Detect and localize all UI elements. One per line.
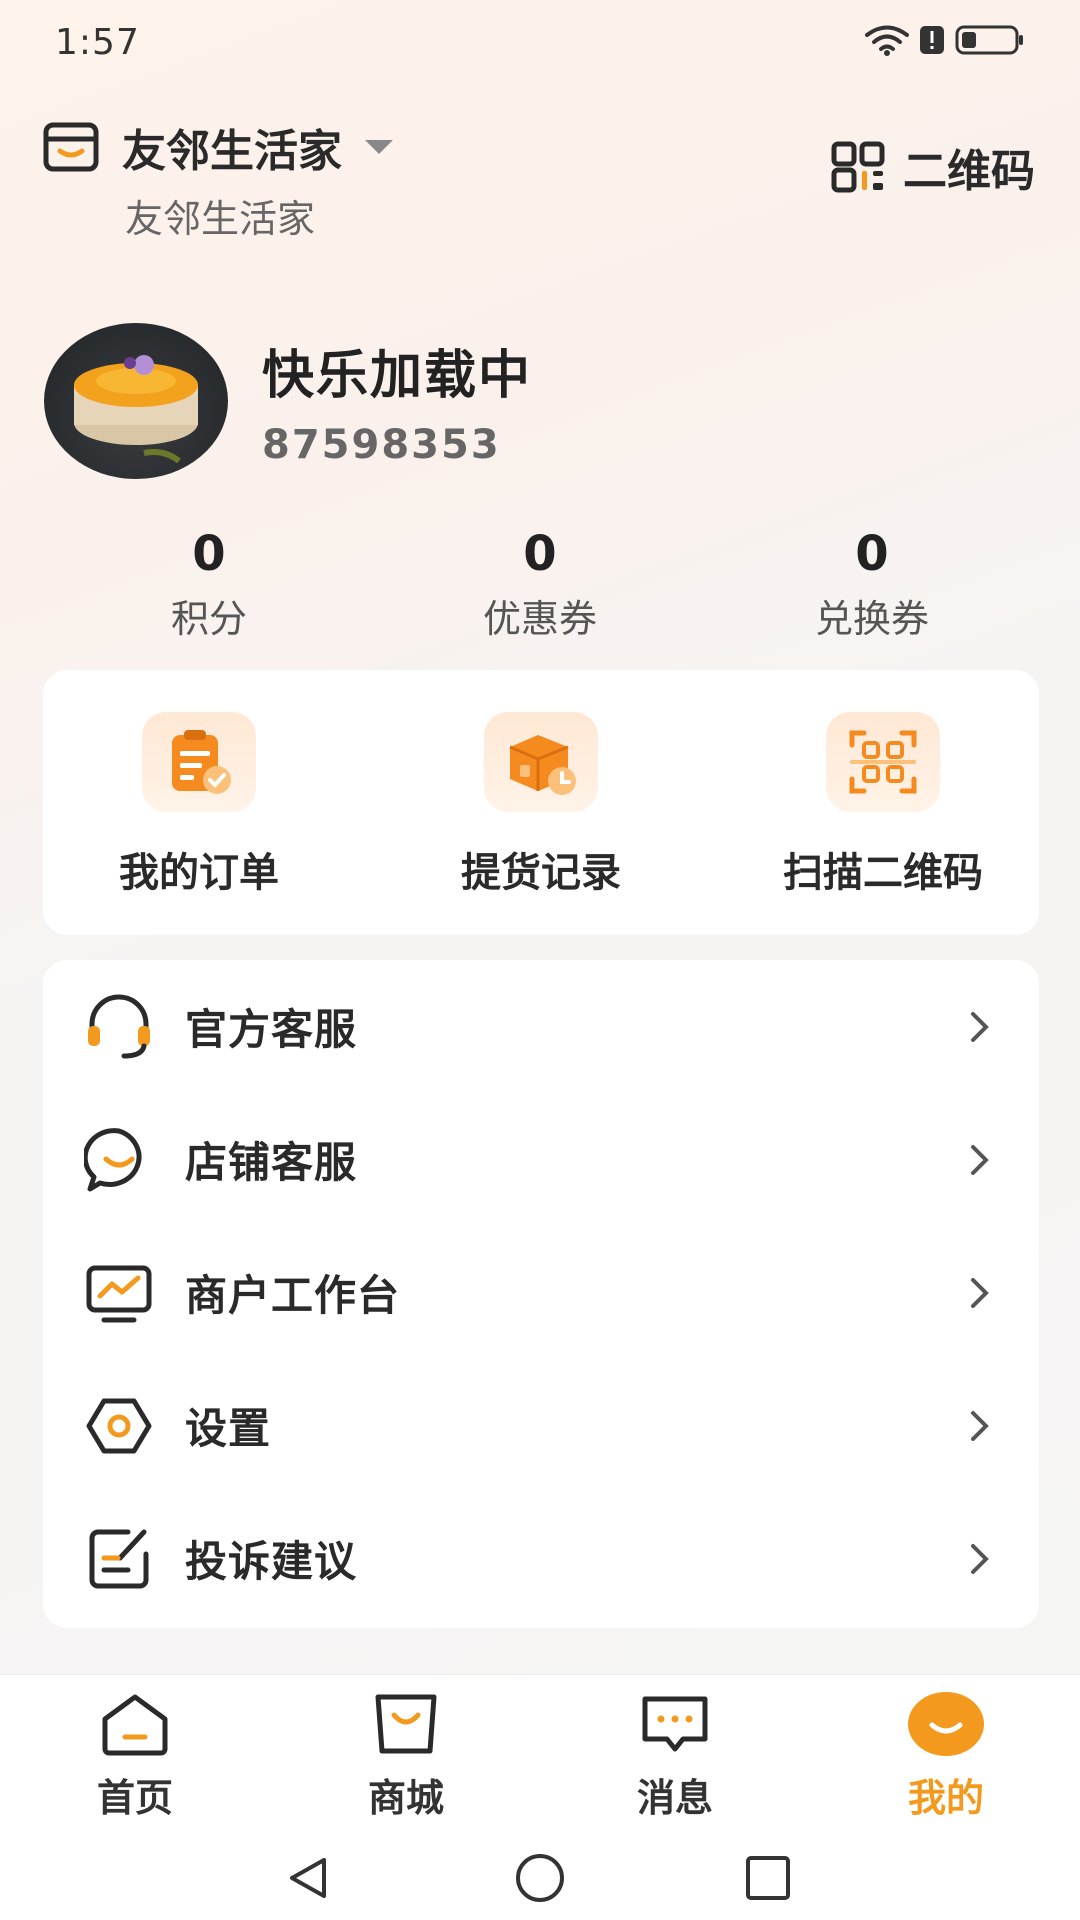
menu-item-settings[interactable]: 设置 (43, 1359, 1039, 1492)
stat-value: 0 (855, 526, 889, 582)
stat-coupons[interactable]: 0 优惠券 (420, 526, 660, 643)
store-name: 友邻生活家 (122, 126, 342, 177)
store-icon (43, 122, 99, 172)
home-icon (102, 1694, 168, 1756)
status-time: 1:57 (55, 22, 140, 63)
tab-profile[interactable]: 我的 (866, 1689, 1026, 1822)
quick-action-pickup-records[interactable]: 提货记录 (391, 712, 691, 898)
quick-action-my-orders[interactable]: 我的订单 (49, 712, 349, 898)
chevron-right-icon (971, 1410, 989, 1441)
store-subtitle: 友邻生活家 (125, 197, 316, 241)
chevron-right-icon (971, 1543, 989, 1574)
package-clock-icon (484, 712, 598, 812)
quick-action-scan-qr[interactable]: 扫描二维码 (733, 712, 1033, 898)
menu-item-label: 投诉建议 (185, 1537, 358, 1586)
hexagon-settings-icon (83, 1390, 155, 1462)
user-id: 87598353 (262, 422, 501, 468)
stat-value: 0 (192, 526, 226, 582)
battery-icon (955, 25, 1023, 55)
menu-item-merchant-workbench[interactable]: 商户工作台 (43, 1226, 1039, 1359)
alert-icon (920, 26, 944, 54)
clipboard-check-icon (142, 712, 256, 812)
qr-code-icon (831, 141, 885, 193)
tab-label: 消息 (636, 1776, 713, 1820)
profile-smile-icon (908, 1692, 984, 1756)
menu-item-label: 店铺客服 (185, 1138, 358, 1187)
menu-item-store-service[interactable]: 店铺客服 (43, 1093, 1039, 1226)
stat-points[interactable]: 0 积分 (89, 526, 329, 643)
stat-label: 优惠券 (482, 597, 597, 641)
caret-down-icon (365, 140, 393, 154)
tab-label: 我的 (907, 1776, 984, 1820)
chat-smile-icon (83, 1124, 155, 1196)
nav-recents-icon[interactable] (744, 1854, 792, 1902)
menu-item-label: 商户工作台 (185, 1271, 401, 1320)
chevron-right-icon (971, 1011, 989, 1042)
qr-scan-icon (826, 712, 940, 812)
store-selector[interactable]: 友邻生活家 (42, 115, 396, 179)
quick-action-label: 我的订单 (119, 850, 279, 896)
wifi-icon (865, 25, 909, 56)
stat-vouchers[interactable]: 0 兑换券 (752, 526, 992, 643)
tab-label: 商城 (367, 1776, 444, 1820)
stat-value: 0 (523, 526, 557, 582)
quick-action-label: 扫描二维码 (783, 850, 983, 896)
avatar-image (74, 355, 198, 464)
qr-code-button[interactable]: 二维码 (831, 135, 1035, 199)
tab-messages[interactable]: 消息 (595, 1689, 755, 1822)
stat-label: 积分 (170, 597, 247, 641)
avatar[interactable] (44, 323, 228, 479)
system-nav-bar (0, 1832, 1080, 1920)
status-icons (865, 24, 1025, 56)
nav-home-icon[interactable] (514, 1852, 566, 1904)
menu-card: 官方客服 店铺客服 商户工作台 设置 投诉建议 (43, 960, 1039, 1628)
headset-icon (83, 991, 155, 1063)
tab-mall[interactable]: 商城 (326, 1689, 486, 1822)
nickname: 快乐加载中 (262, 346, 533, 406)
menu-item-label: 官方客服 (185, 1005, 358, 1054)
chevron-right-icon (971, 1144, 989, 1175)
qr-code-label: 二维码 (903, 146, 1035, 197)
chevron-right-icon (971, 1277, 989, 1308)
bottom-tab-bar: 首页 商城 消息 我的 (0, 1674, 1080, 1833)
message-icon (642, 1696, 708, 1752)
shopping-bag-icon (375, 1694, 437, 1754)
stat-label: 兑换券 (814, 597, 929, 641)
menu-item-label: 设置 (185, 1404, 272, 1453)
tab-home[interactable]: 首页 (55, 1689, 215, 1822)
monitor-chart-icon (83, 1257, 155, 1329)
menu-item-official-service[interactable]: 官方客服 (43, 960, 1039, 1093)
tab-label: 首页 (96, 1776, 173, 1820)
edit-note-icon (83, 1523, 155, 1595)
quick-actions-card: 我的订单 提货记录 扫描二维码 (43, 670, 1039, 935)
nav-back-icon[interactable] (284, 1854, 332, 1902)
quick-action-label: 提货记录 (461, 850, 621, 896)
menu-item-feedback[interactable]: 投诉建议 (43, 1492, 1039, 1625)
